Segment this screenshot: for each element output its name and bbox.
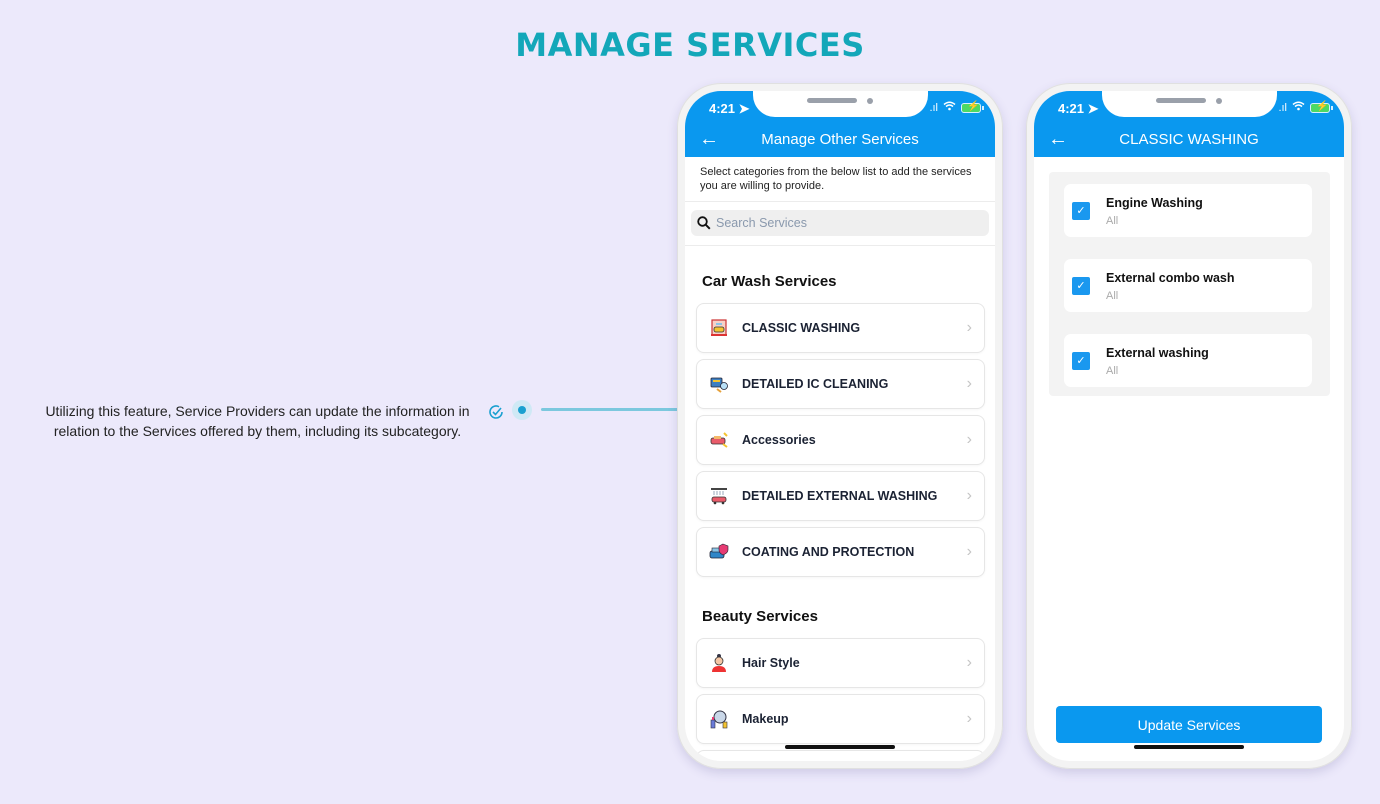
- intro-text: Select categories from the below list to…: [700, 166, 972, 192]
- category-label: Makeup: [742, 712, 789, 726]
- subservice-list: ✓ Engine Washing All ✓ External combo wa…: [1049, 172, 1330, 396]
- category-label: CLASSIC WASHING: [742, 321, 861, 335]
- page-title: MANAGE SERVICES: [515, 26, 865, 64]
- hair-stylist-icon: [708, 652, 730, 674]
- home-indicator: [1134, 745, 1244, 749]
- signal-icon: .ıl: [1278, 101, 1287, 114]
- category-label: DETAILED IC CLEANING: [742, 377, 889, 391]
- subservice-name: Engine Washing: [1106, 196, 1203, 210]
- subservice-scope: All: [1106, 290, 1119, 302]
- category-label: COATING AND PROTECTION: [742, 545, 915, 559]
- annotation-connector-line: [541, 408, 679, 411]
- status-time: 4:21 ➤: [709, 101, 750, 116]
- header-bar: 4:21 ➤ .ıl ⚡ ← Manage Other Services: [685, 91, 995, 157]
- wifi-icon: [1292, 101, 1305, 114]
- chevron-right-icon: ›: [966, 319, 972, 336]
- chevron-right-icon: ›: [966, 710, 972, 727]
- search-icon: [697, 216, 711, 230]
- phone-classic-washing: 4:21 ➤ .ıl ⚡ ← CLASSIC WASHING ✓ Engine …: [1026, 83, 1352, 769]
- chevron-right-icon: ›: [966, 654, 972, 671]
- makeup-mirror-icon: [708, 708, 730, 730]
- subservice-name: External combo wash: [1106, 271, 1235, 285]
- car-shower-icon: [708, 485, 730, 507]
- category-item[interactable]: DETAILED EXTERNAL WASHING ›: [696, 471, 985, 521]
- category-item[interactable]: DETAILED IC CLEANING ›: [696, 359, 985, 409]
- engine-cleaning-icon: [708, 373, 730, 395]
- subservice-scope: All: [1106, 365, 1119, 377]
- battery-charging-icon: ⚡: [1310, 101, 1333, 113]
- category-item[interactable]: Makeup ›: [696, 694, 985, 744]
- category-item[interactable]: Accessories ›: [696, 415, 985, 465]
- subservice-name: External washing: [1106, 346, 1209, 360]
- subservice-scope: All: [1106, 215, 1119, 227]
- location-arrow-icon: ➤: [738, 101, 750, 116]
- section-title-car-wash: Car Wash Services: [702, 273, 837, 290]
- check-circle-icon: [489, 405, 503, 419]
- category-item-partial[interactable]: [696, 750, 985, 761]
- search-input[interactable]: [716, 216, 976, 230]
- chevron-right-icon: ›: [966, 431, 972, 448]
- phone-notch: [1102, 91, 1277, 117]
- phone-manage-other-services: 4:21 ➤ .ıl ⚡ ← Manage Other Services Sel…: [677, 83, 1003, 769]
- chevron-right-icon: ›: [966, 487, 972, 504]
- screen-title: Manage Other Services: [761, 131, 919, 148]
- status-time: 4:21 ➤: [1058, 101, 1099, 116]
- header-bar: 4:21 ➤ .ıl ⚡ ← CLASSIC WASHING: [1034, 91, 1344, 157]
- location-arrow-icon: ➤: [1087, 101, 1099, 116]
- phone-notch: [753, 91, 928, 117]
- subservice-item[interactable]: ✓ External washing All: [1064, 334, 1312, 387]
- divider: [685, 201, 995, 202]
- update-services-button[interactable]: Update Services: [1056, 706, 1322, 743]
- signal-icon: .ıl: [929, 101, 938, 114]
- annotation-marker-dot: [512, 400, 532, 420]
- home-indicator: [785, 745, 895, 749]
- checkbox-checked[interactable]: ✓: [1072, 202, 1090, 220]
- screen-title: CLASSIC WASHING: [1119, 131, 1259, 148]
- checkbox-checked[interactable]: ✓: [1072, 277, 1090, 295]
- chevron-right-icon: ›: [966, 375, 972, 392]
- category-label: Accessories: [742, 433, 816, 447]
- category-item[interactable]: CLASSIC WASHING ›: [696, 303, 985, 353]
- category-label: Hair Style: [742, 656, 800, 670]
- subservice-item[interactable]: ✓ External combo wash All: [1064, 259, 1312, 312]
- feature-description: Utilizing this feature, Service Provider…: [45, 403, 470, 439]
- subservice-item[interactable]: ✓ Engine Washing All: [1064, 184, 1312, 237]
- battery-charging-icon: ⚡: [961, 101, 984, 113]
- search-bar[interactable]: [691, 210, 989, 236]
- chevron-right-icon: ›: [966, 543, 972, 560]
- divider: [685, 245, 995, 246]
- checkbox-checked[interactable]: ✓: [1072, 352, 1090, 370]
- car-wash-icon: [708, 317, 730, 339]
- category-label: DETAILED EXTERNAL WASHING: [742, 489, 938, 503]
- category-item[interactable]: Hair Style ›: [696, 638, 985, 688]
- wifi-icon: [943, 101, 956, 114]
- category-item[interactable]: COATING AND PROTECTION ›: [696, 527, 985, 577]
- section-title-beauty: Beauty Services: [702, 608, 818, 625]
- car-shield-icon: [708, 541, 730, 563]
- car-accessories-icon: [708, 429, 730, 451]
